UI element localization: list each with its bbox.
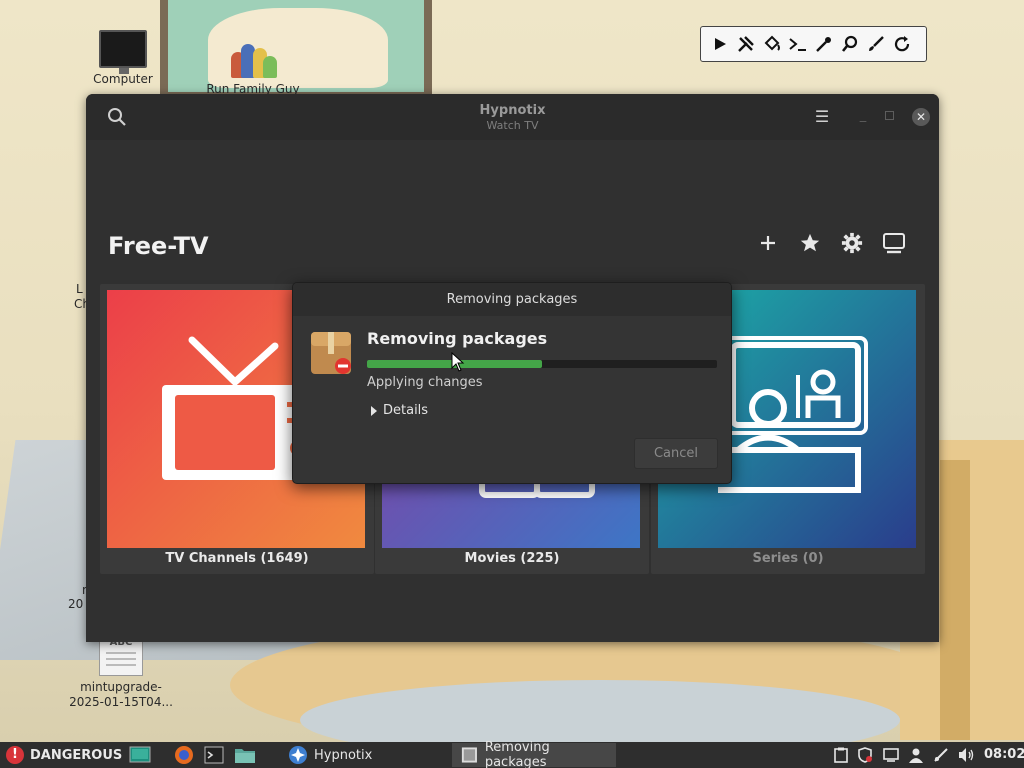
clipboard-icon[interactable] <box>832 746 850 764</box>
removing-packages-dialog: Removing packages Removing packages Appl… <box>292 282 732 484</box>
tile-caption: Series (0) <box>752 551 824 566</box>
dialog-title: Removing packages <box>293 283 731 316</box>
close-icon[interactable]: ✕ <box>912 108 930 126</box>
task-label: Hypnotix <box>314 747 373 763</box>
tile-caption: Movies (225) <box>464 551 560 566</box>
magnifier-icon[interactable] <box>839 32 860 56</box>
warning-icon: ! <box>6 746 24 764</box>
cancel-button[interactable]: Cancel <box>634 438 718 469</box>
danger-label: DANGEROUS <box>30 747 123 763</box>
floating-tool-strip <box>700 26 927 62</box>
progress-bar <box>367 360 717 368</box>
hamburger-menu-icon[interactable]: ☰ <box>812 107 832 127</box>
details-label: Details <box>383 403 429 418</box>
network-icon[interactable] <box>932 746 950 764</box>
eyedropper-icon[interactable] <box>813 32 834 56</box>
dialog-heading: Removing packages <box>367 329 548 348</box>
paint-bucket-icon[interactable] <box>761 32 782 56</box>
favorites-star-icon[interactable] <box>798 231 822 255</box>
family-guy-icon <box>231 38 277 78</box>
refresh-icon[interactable] <box>891 32 912 56</box>
task-hypnotix[interactable]: Hypnotix <box>280 743 380 767</box>
tile-caption: TV Channels (1649) <box>165 551 309 566</box>
package-remove-icon <box>309 330 355 376</box>
terminal-icon[interactable] <box>204 745 226 765</box>
maximize-icon[interactable] <box>885 111 894 120</box>
window-titlebar: Hypnotix Watch TV ☰ _ ✕ <box>86 94 939 140</box>
firefox-icon[interactable] <box>174 745 196 765</box>
desktop-icon-run-family-guy[interactable]: Run Family Guy <box>198 38 308 97</box>
details-expander[interactable]: Details <box>371 403 428 418</box>
tools-icon[interactable] <box>735 32 756 56</box>
shield-icon[interactable] <box>856 746 874 764</box>
play-icon[interactable] <box>709 32 730 56</box>
desktop-icon-label: mintupgrade- 2025-01-15T04... <box>69 680 173 709</box>
package-app-icon <box>461 747 477 763</box>
task-removing-packages[interactable]: Removing packages <box>452 740 616 768</box>
clock[interactable]: 08:02 <box>984 747 1024 762</box>
desktop-icon-computer[interactable]: Computer <box>68 30 178 87</box>
desktop-icon-label: Computer <box>93 72 153 86</box>
task-label: Removing packages <box>484 740 550 768</box>
status-text: Applying changes <box>367 375 483 390</box>
volume-icon[interactable] <box>957 746 975 764</box>
add-icon[interactable] <box>756 231 780 255</box>
partial-desktop-label: 20 <box>68 597 84 611</box>
minimize-icon[interactable]: _ <box>854 107 872 127</box>
computer-icon <box>99 30 147 74</box>
desktop-icon-mintupgrade-log[interactable]: ABC mintupgrade- 2025-01-15T04... <box>66 634 176 710</box>
brush-icon[interactable] <box>865 32 886 56</box>
page-title: Free-TV <box>108 232 209 260</box>
expand-triangle-icon <box>371 405 377 416</box>
taskbar: ! DANGEROUS Hypnotix Removing packages 0… <box>0 740 1024 768</box>
danger-indicator[interactable]: ! DANGEROUS <box>6 745 122 765</box>
display-monitor-icon[interactable] <box>882 231 906 255</box>
header-actions <box>756 231 906 255</box>
user-icon[interactable] <box>907 746 925 764</box>
partial-desktop-label: L <box>76 282 83 296</box>
show-desktop-icon[interactable] <box>129 745 151 765</box>
display-icon[interactable] <box>882 746 900 764</box>
settings-gear-icon[interactable] <box>840 231 864 255</box>
hypnotix-app-icon <box>289 746 307 764</box>
file-manager-icon[interactable] <box>234 745 256 765</box>
terminal-prompt-icon[interactable] <box>787 32 808 56</box>
mouse-cursor-icon <box>451 352 465 372</box>
